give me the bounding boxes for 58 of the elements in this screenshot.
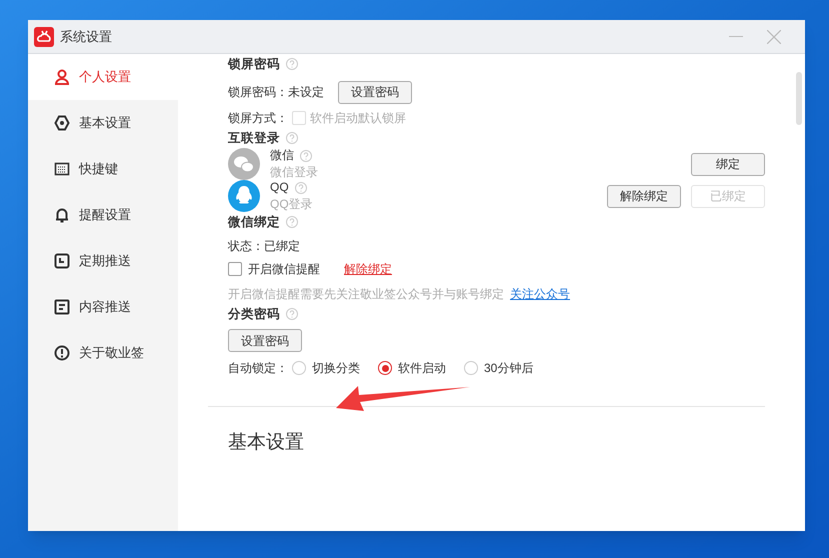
checkbox-label: 开启微信提醒 [248,261,320,278]
section-heading: 锁屏密码 [228,56,280,73]
sidebar-item[interactable]: 基本设置 [28,100,178,146]
sidebar-item[interactable]: 个人设置 [28,54,178,100]
close-icon[interactable] [767,30,781,44]
account-subtitle: QQ登录 [270,196,313,213]
checkbox[interactable] [228,262,242,276]
help-icon [294,182,307,194]
field-value: 未设定 [288,84,324,101]
section-heading: 微信绑定 [228,214,280,231]
radio-label: 软件启动 [398,360,446,377]
clock-calendar-icon [54,253,70,269]
keyboard-icon [54,161,70,177]
radio-button[interactable] [378,361,392,375]
user-icon [54,69,70,85]
checkbox-label: 软件启动默认锁屏 [310,110,406,127]
bell-icon [54,207,70,223]
sidebar-item[interactable]: 关于敬业签 [28,330,178,376]
account-name: 微信 [270,147,294,164]
info-icon [54,345,70,361]
scrollbar-thumb[interactable] [796,72,802,125]
field-label: 自动锁定： [228,360,288,377]
help-icon [286,308,298,320]
button[interactable]: 解除绑定 [607,184,681,208]
follow-link[interactable]: 关注公众号 [510,285,570,303]
minimize-icon[interactable] [729,36,743,38]
hexagon-icon [54,115,70,131]
help-icon [286,58,298,70]
radio-label: 30分钟后 [484,360,534,377]
section-heading: 分类密码 [228,306,280,323]
penguin-icon [228,180,260,212]
radio-label: 切换分类 [312,360,360,377]
radio-button[interactable] [292,361,306,375]
section-title: 基本设置 [228,431,304,455]
field-label: 状态： [228,238,264,255]
window-title: 系统设置 [60,28,112,46]
sidebar-item[interactable]: 定期推送 [28,238,178,284]
field-label: 锁屏方式： [228,110,288,127]
section-heading: 互联登录 [228,130,280,147]
unbind-link[interactable]: 解除绑定 [344,260,392,278]
account-subtitle: 微信登录 [270,164,318,181]
help-icon [286,132,298,144]
button[interactable]: 设置密码 [228,329,302,352]
button[interactable]: 绑定 [691,152,765,176]
radio-button[interactable] [464,361,478,375]
sidebar-item[interactable]: 提醒设置 [28,192,178,238]
app-logo-icon [34,26,54,46]
hint-text: 开启微信提醒需要先关注敬业签公众号并与账号绑定 [228,286,504,303]
sidebar-item[interactable]: 快捷键 [28,146,178,192]
field-label: 锁屏密码： [228,84,288,101]
chat-bubbles-icon [228,148,260,180]
account-name: QQ [270,179,289,196]
help-icon [300,150,312,162]
button[interactable]: 设置密码 [338,80,412,104]
sidebar-item[interactable]: 内容推送 [28,284,178,330]
help-icon [286,216,298,228]
field-value: 已绑定 [264,238,300,255]
document-icon [54,299,70,315]
